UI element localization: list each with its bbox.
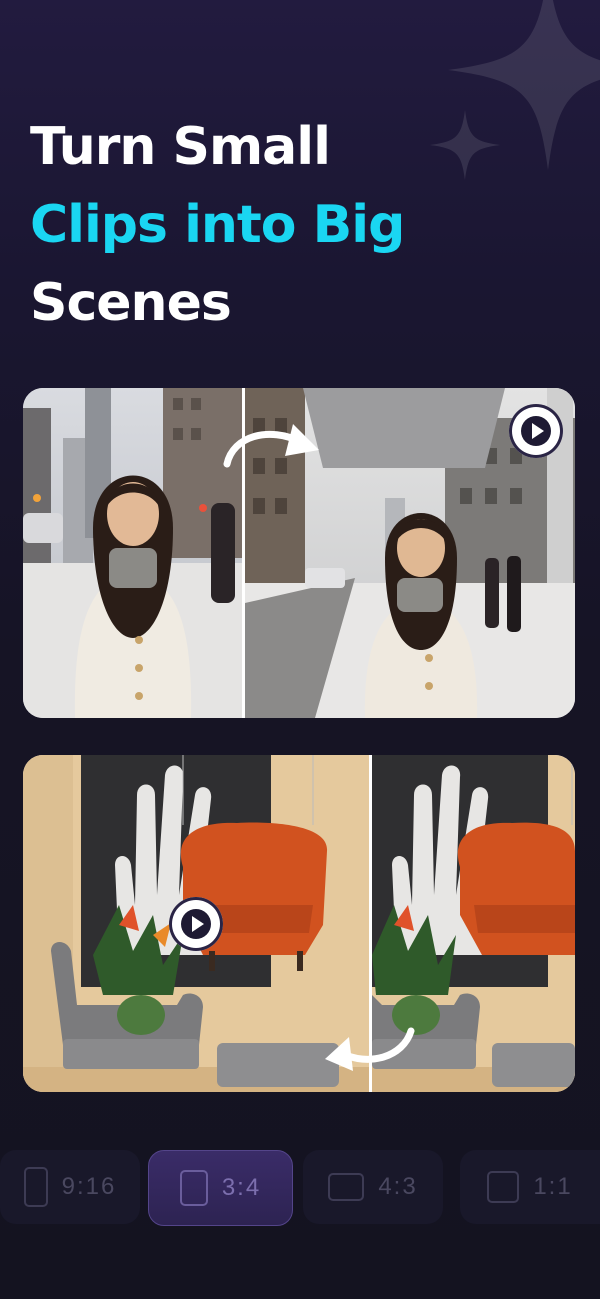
- play-icon: [192, 916, 204, 932]
- ratio-option-4-3[interactable]: 4:3: [303, 1150, 443, 1224]
- portrait-ratio-icon: [179, 1170, 208, 1206]
- square-ratio-icon: [487, 1171, 520, 1203]
- play-button[interactable]: [509, 404, 563, 458]
- headline-line-2: Clips into Big: [30, 195, 405, 255]
- ratio-option-3-4[interactable]: 3:4: [148, 1150, 293, 1226]
- play-icon: [532, 423, 544, 439]
- ratio-option-1-1[interactable]: 1:1: [460, 1150, 600, 1224]
- ratio-option-9-16[interactable]: 9:16: [0, 1150, 140, 1224]
- ratio-label: 4:3: [378, 1173, 418, 1200]
- street-portrait-comparison-card[interactable]: [23, 388, 575, 718]
- sparkle-decoration-icon: [430, 110, 500, 180]
- interior-chairs-comparison-card[interactable]: [23, 755, 575, 1092]
- original-clip-panel: [23, 388, 242, 718]
- ratio-label: 9:16: [61, 1173, 117, 1200]
- headline: Turn Small Clips into Big Scenes: [30, 108, 405, 342]
- ratio-label: 3:4: [221, 1174, 262, 1201]
- headline-line-1: Turn Small: [30, 117, 331, 177]
- landscape-ratio-icon: [328, 1173, 365, 1201]
- curved-arrow-left-icon: [325, 1027, 415, 1071]
- play-button[interactable]: [169, 897, 223, 951]
- headline-line-3: Scenes: [30, 273, 232, 333]
- curved-arrow-right-icon: [223, 424, 319, 468]
- ratio-label: 1:1: [533, 1173, 573, 1200]
- aspect-ratio-selector: 9:16 3:4 4:3 1:1: [0, 1150, 600, 1226]
- portrait-ratio-icon: [23, 1167, 48, 1207]
- street-portrait-image: [23, 388, 242, 718]
